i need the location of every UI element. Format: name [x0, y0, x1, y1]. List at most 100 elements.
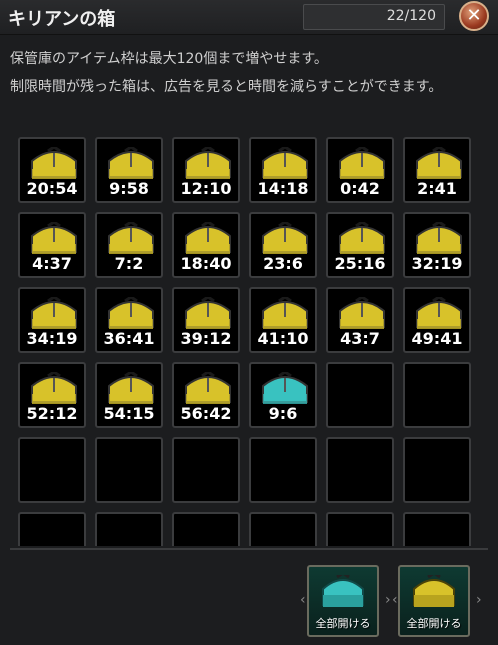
yellow-chest-icon	[108, 372, 154, 404]
yellow-chest-icon	[108, 147, 154, 179]
yellow-chest-icon	[262, 297, 308, 329]
chest-storage-grid[interactable]: 20:54 9:58 12:10 14:18 0:42 2:41 4:37 7:2 18:40 2…	[10, 130, 488, 546]
chest-slot[interactable]: 9:58	[95, 137, 163, 203]
open-all-yellow-button[interactable]: 全部開ける	[398, 565, 470, 637]
chest-timer: 54:15	[103, 404, 155, 423]
chest-timer: 43:7	[340, 329, 380, 348]
arrow-left-icon-2: ‹	[392, 592, 398, 608]
chest-timer: 39:12	[180, 329, 232, 348]
chest-timer: 12:10	[180, 179, 232, 198]
title-bar: キリアンの箱 22/120 ✕	[0, 0, 498, 35]
chest-slot[interactable]: 39:12	[172, 287, 240, 353]
chest-timer: 2:41	[417, 179, 457, 198]
window-title: キリアンの箱	[8, 9, 116, 30]
chest-timer: 49:41	[411, 329, 463, 348]
chest-slot[interactable]	[326, 362, 394, 428]
yellow-chest-icon	[416, 297, 462, 329]
chest-slot[interactable]: 25:16	[326, 212, 394, 278]
arrow-left-icon: ‹	[300, 592, 306, 608]
capacity-counter: 22/120	[303, 4, 445, 30]
yellow-chest-icon	[262, 222, 308, 254]
chest-timer: 20:54	[26, 179, 78, 198]
chest-slot[interactable]	[172, 437, 240, 503]
teal-chest-icon	[262, 372, 308, 404]
chest-timer: 18:40	[180, 254, 232, 273]
chest-slot[interactable]: 34:19	[18, 287, 86, 353]
close-button[interactable]: ✕	[459, 1, 489, 31]
yellow-chest-icon	[413, 575, 455, 607]
capacity-text: 22/120	[386, 8, 436, 24]
yellow-chest-icon	[339, 297, 385, 329]
slot-grid: 20:54 9:58 12:10 14:18 0:42 2:41 4:37 7:2 18:40 2…	[10, 130, 488, 546]
chest-timer: 25:16	[334, 254, 386, 273]
chest-slot[interactable]: 4:37	[18, 212, 86, 278]
yellow-chest-icon	[262, 147, 308, 179]
chest-slot[interactable]: 9:6	[249, 362, 317, 428]
chest-slot[interactable]	[18, 437, 86, 503]
chest-slot[interactable]: 23:6	[249, 212, 317, 278]
yellow-chest-icon	[339, 147, 385, 179]
chest-slot[interactable]: 54:15	[95, 362, 163, 428]
yellow-chest-icon	[31, 222, 77, 254]
chest-slot[interactable]: 2:41	[403, 137, 471, 203]
chest-slot[interactable]	[326, 437, 394, 503]
yellow-chest-icon	[416, 222, 462, 254]
divider	[10, 548, 488, 550]
chest-slot[interactable]: 32:19	[403, 212, 471, 278]
chest-timer: 4:37	[32, 254, 72, 273]
yellow-chest-icon	[185, 372, 231, 404]
chest-slot[interactable]: 7:2	[95, 212, 163, 278]
chest-slot[interactable]	[403, 512, 471, 546]
chest-slot[interactable]	[18, 512, 86, 546]
open-all-teal-button[interactable]: 全部開ける	[307, 565, 379, 637]
chest-slot[interactable]: 41:10	[249, 287, 317, 353]
chest-slot[interactable]	[249, 512, 317, 546]
chest-slot[interactable]: 20:54	[18, 137, 86, 203]
open-all-teal-label: 全部開ける	[315, 617, 371, 630]
yellow-chest-icon	[31, 372, 77, 404]
open-all-yellow-label: 全部開ける	[406, 617, 462, 630]
teal-chest-icon	[322, 575, 364, 607]
chest-slot[interactable]	[95, 512, 163, 546]
chest-slot[interactable]	[95, 437, 163, 503]
chest-slot[interactable]	[326, 512, 394, 546]
chest-timer: 23:6	[263, 254, 303, 273]
chest-slot[interactable]: 56:42	[172, 362, 240, 428]
yellow-chest-icon	[185, 297, 231, 329]
yellow-chest-icon	[416, 147, 462, 179]
chest-slot[interactable]	[172, 512, 240, 546]
chest-slot[interactable]	[403, 362, 471, 428]
yellow-chest-icon	[185, 147, 231, 179]
yellow-chest-icon	[108, 222, 154, 254]
chest-slot[interactable]	[403, 437, 471, 503]
chest-slot[interactable]: 12:10	[172, 137, 240, 203]
yellow-chest-icon	[31, 297, 77, 329]
chest-timer: 52:12	[26, 404, 78, 423]
chest-slot[interactable]: 14:18	[249, 137, 317, 203]
chest-timer: 36:41	[103, 329, 155, 348]
chest-timer: 9:58	[109, 179, 149, 198]
yellow-chest-icon	[31, 147, 77, 179]
description-line-1: 保管庫のアイテム枠は最大120個まで増やせます。	[10, 51, 328, 67]
chest-timer: 0:42	[340, 179, 380, 198]
chest-slot[interactable]: 52:12	[18, 362, 86, 428]
chest-slot[interactable]: 0:42	[326, 137, 394, 203]
chest-timer: 41:10	[257, 329, 309, 348]
chest-slot[interactable]: 49:41	[403, 287, 471, 353]
chest-slot[interactable]: 43:7	[326, 287, 394, 353]
yellow-chest-icon	[185, 222, 231, 254]
chest-timer: 32:19	[411, 254, 463, 273]
chest-slot[interactable]: 36:41	[95, 287, 163, 353]
chest-slot[interactable]	[249, 437, 317, 503]
chest-timer: 56:42	[180, 404, 232, 423]
arrow-right-icon: ›	[385, 592, 391, 608]
yellow-chest-icon	[339, 222, 385, 254]
yellow-chest-icon	[108, 297, 154, 329]
chest-slot[interactable]: 18:40	[172, 212, 240, 278]
chest-timer: 7:2	[114, 254, 144, 273]
chest-timer: 14:18	[257, 179, 309, 198]
description-line-2: 制限時間が残った箱は、広告を見ると時間を減らすことができます。	[10, 79, 443, 95]
chest-timer: 34:19	[26, 329, 78, 348]
close-icon: ✕	[466, 5, 482, 26]
arrow-right-icon-2: ›	[476, 592, 482, 608]
